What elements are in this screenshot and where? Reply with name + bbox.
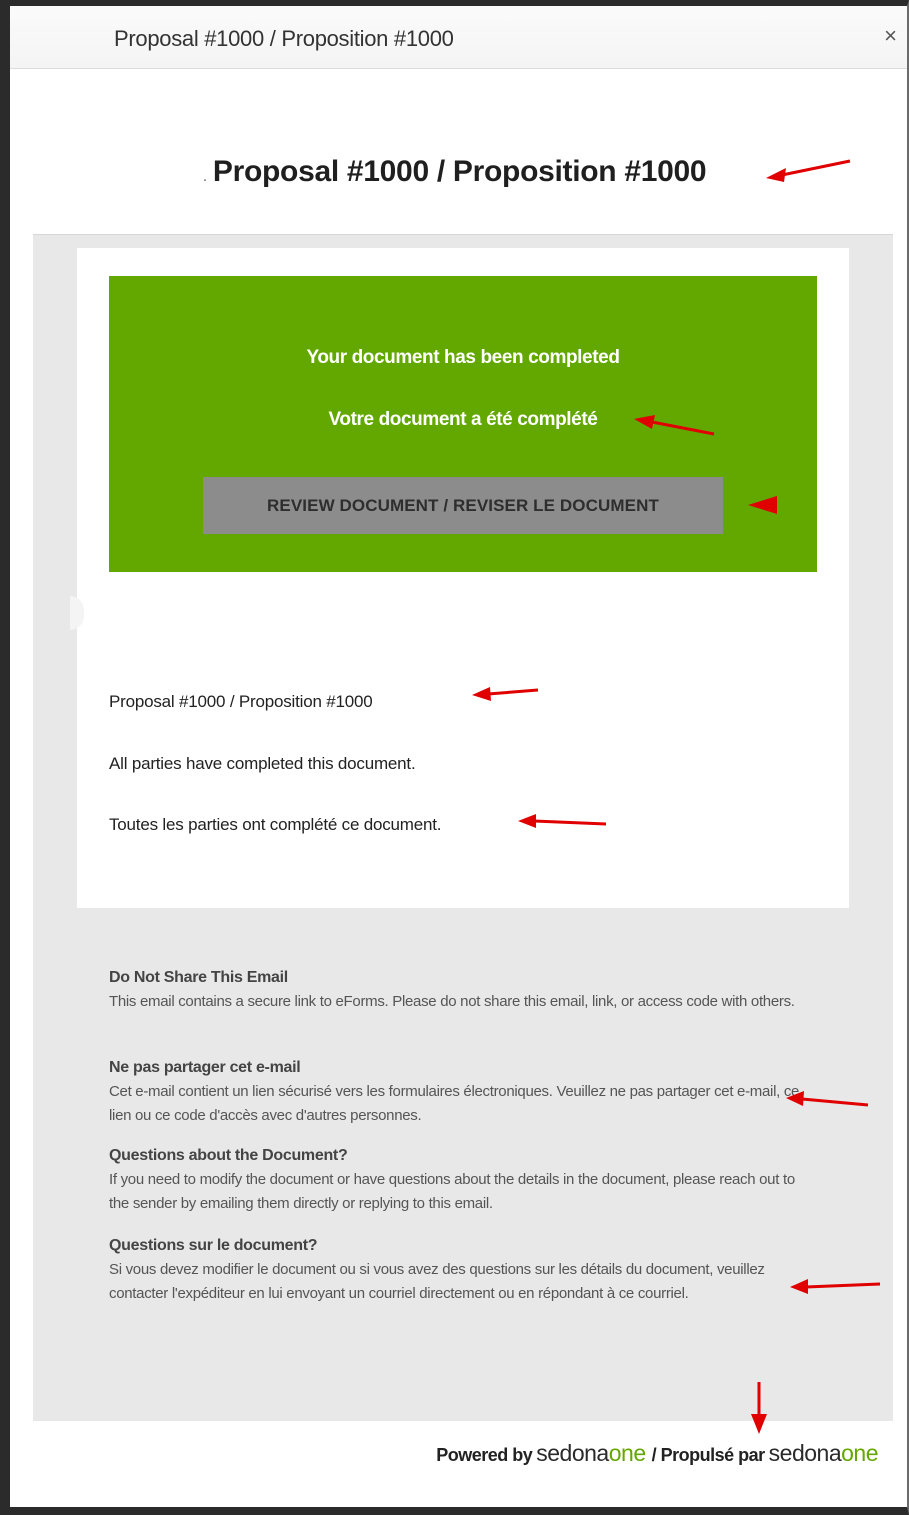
- annotation-arrow-icon: [748, 496, 777, 514]
- footer-title: Do Not Share This Email: [109, 969, 288, 986]
- annotation-arrow-icon: [472, 687, 539, 701]
- heading-text: Proposal #1000 / Proposition #1000: [212, 155, 707, 188]
- close-icon[interactable]: ×: [884, 22, 897, 50]
- banner-line-en: Your document has been completed: [306, 347, 620, 368]
- logo-dark-part: sedona: [768, 1440, 842, 1466]
- annotation-arrow-icon: [634, 415, 715, 436]
- footer-body: Cet e-mail contient un lien sécurisé ver…: [109, 1083, 800, 1124]
- footer-title: Questions about the Document?: [109, 1147, 348, 1164]
- status-fr: Toutes les parties ont complété ce docum…: [109, 815, 442, 834]
- proposal-name: Proposal #1000 / Proposition #1000: [109, 692, 373, 711]
- footer-body: This email contains a secure link to eFo…: [109, 993, 795, 1010]
- title-bar: Proposal #1000 / Proposition #1000 ×: [10, 6, 907, 69]
- powered-by-footer: Powered by sedonaone / Propulsé par sedo…: [436, 1440, 878, 1467]
- footer-body: If you need to modify the document or ha…: [109, 1171, 795, 1212]
- review-document-button[interactable]: REVIEW DOCUMENT / REVISER LE DOCUMENT: [203, 477, 723, 534]
- heading-dot: .: [202, 168, 207, 185]
- window-title: Proposal #1000 / Proposition #1000: [114, 26, 454, 51]
- annotation-arrow-icon: [518, 814, 607, 828]
- powered-by-label: Powered by: [436, 1445, 533, 1465]
- footer-section-questions-fr: Questions sur le document? Si vous devez…: [109, 1234, 809, 1306]
- footer-title: Ne pas partager cet e-mail: [109, 1059, 301, 1076]
- footer-section-ne-pas-partager: Ne pas partager cet e-mail Cet e-mail co…: [109, 1056, 809, 1128]
- annotation-arrow-icon: [786, 1091, 869, 1107]
- footer-title: Questions sur le document?: [109, 1237, 318, 1254]
- annotation-arrow-icon: [790, 1279, 881, 1294]
- footer-section-questions-en: Questions about the Document? If you nee…: [109, 1144, 809, 1216]
- status-en: All parties have completed this document…: [109, 754, 416, 773]
- logo-accent-part: one: [608, 1440, 646, 1466]
- footer-section-do-not-share: Do Not Share This Email This email conta…: [109, 966, 809, 1014]
- footer-body: Si vous devez modifier le document ou si…: [109, 1261, 765, 1302]
- logo-accent-part: one: [841, 1440, 878, 1466]
- annotation-arrow-icon: [766, 159, 851, 182]
- logo-dark-part: sedona: [536, 1440, 609, 1466]
- sedonaone-logo[interactable]: sedonaone: [536, 1440, 646, 1467]
- propulse-par-label: / Propulsé par: [651, 1445, 766, 1465]
- sedonaone-logo[interactable]: sedonaone: [768, 1440, 879, 1467]
- annotation-arrow-icon: [751, 1382, 767, 1434]
